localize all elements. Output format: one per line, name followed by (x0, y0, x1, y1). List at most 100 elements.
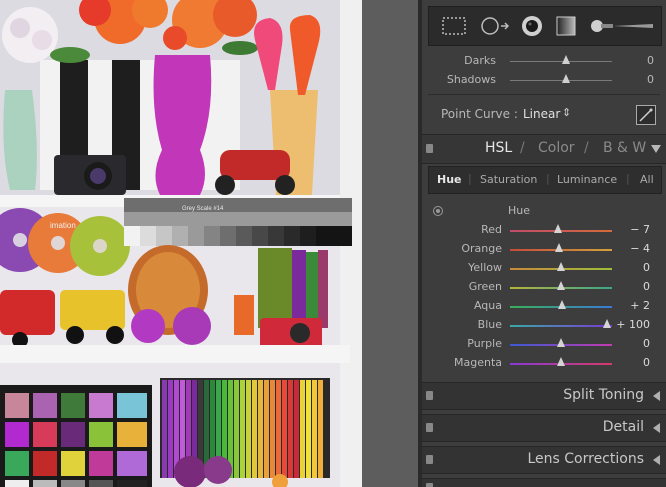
darks-track[interactable] (510, 61, 612, 62)
panel-switch-icon[interactable] (426, 455, 433, 464)
split-toning-panel-header[interactable]: Split Toning (422, 382, 666, 410)
adjustment-brush-tool[interactable] (587, 15, 655, 37)
detail-panel-header[interactable]: Detail (422, 414, 666, 442)
panel-switch-icon[interactable] (426, 391, 433, 400)
bw-tab[interactable]: B & W (603, 140, 646, 156)
hue-slider-label: Orange (461, 242, 502, 255)
luminance-subtab[interactable]: Luminance (557, 173, 617, 186)
saturation-subtab[interactable]: Saturation (480, 173, 537, 186)
hue-slider-label: Magenta (453, 356, 502, 369)
photo-image: imation Grey Scale #14 (0, 0, 362, 487)
curve-edit-button[interactable] (636, 105, 656, 125)
hue-slider-thumb[interactable] (557, 357, 565, 366)
hue-slider-track[interactable] (510, 325, 612, 327)
hue-section-header: Hue (422, 202, 666, 220)
separator (428, 94, 660, 95)
next-panel-header[interactable] (422, 478, 666, 487)
photo-canvas[interactable]: imation Grey Scale #14 (0, 0, 362, 487)
hue-slider-label: Red (481, 223, 502, 236)
develop-right-panel: Darks 0 Shadows 0 Point Curve : Linear ⇕… (422, 0, 666, 487)
hue-slider-value[interactable]: 0 (643, 337, 650, 350)
hue-slider-thumb[interactable] (557, 338, 565, 347)
collapse-triangle-icon[interactable] (651, 145, 661, 153)
all-subtab[interactable]: All (640, 173, 654, 186)
tool-strip (428, 6, 662, 46)
lens-corrections-panel-header[interactable]: Lens Corrections (422, 446, 666, 474)
adjustment-brush-icon (591, 20, 653, 32)
hue-slider-row: Magenta 0 (422, 354, 666, 373)
expand-triangle-icon[interactable] (653, 391, 660, 401)
curve-edit-icon (639, 108, 653, 122)
red-eye-icon (522, 16, 542, 36)
panel-switch-icon[interactable] (426, 483, 433, 487)
hue-slider-label: Blue (477, 318, 502, 331)
hue-slider-row: Purple 0 (422, 335, 666, 354)
hue-slider-thumb[interactable] (553, 224, 562, 233)
split-toning-title[interactable]: Split Toning (563, 387, 644, 403)
hue-slider-label: Yellow (468, 261, 502, 274)
panel-switch-icon[interactable] (426, 423, 433, 432)
point-curve-dropdown-arrows-icon[interactable]: ⇕ (562, 106, 571, 119)
graduated-filter-icon (556, 16, 576, 36)
hue-slider-value[interactable]: 0 (643, 261, 650, 274)
expand-triangle-icon[interactable] (653, 423, 660, 433)
hue-slider-label: Green (468, 280, 502, 293)
point-curve-row: Point Curve : Linear ⇕ (422, 104, 666, 126)
hue-slider-thumb[interactable] (554, 243, 563, 252)
hsl-tab[interactable]: HSL (485, 140, 512, 156)
hue-slider-value[interactable]: + 100 (616, 318, 650, 331)
hue-slider-thumb[interactable] (602, 319, 611, 328)
grey-scale-steps (124, 226, 352, 246)
subtab-divider: | (468, 172, 472, 185)
darks-value[interactable]: 0 (647, 54, 654, 67)
color-tab[interactable]: Color (538, 140, 575, 156)
panel-switch-icon[interactable] (426, 144, 433, 153)
hsl-panel-header[interactable]: HSL / Color / B & W (422, 134, 666, 164)
hue-slider-row: Orange − 4 (422, 240, 666, 259)
red-eye-tool[interactable] (519, 14, 545, 38)
hue-subtab[interactable]: Hue (437, 173, 462, 186)
point-curve-select[interactable]: Linear (523, 107, 560, 121)
darks-label: Darks (464, 54, 496, 67)
cd-brand-label: imation (50, 221, 76, 230)
hue-slider-thumb[interactable] (557, 262, 565, 271)
hue-slider-value[interactable]: + 2 (630, 299, 650, 312)
spot-removal-icon (481, 17, 510, 35)
graduated-filter-tool[interactable] (553, 14, 579, 38)
subtab-divider: | (546, 172, 550, 185)
shadows-slider-row: Shadows 0 (422, 71, 666, 89)
color-separator: / (584, 140, 589, 156)
hue-slider-row: Red − 7 (422, 221, 666, 240)
darks-thumb[interactable] (562, 55, 571, 64)
hsl-subtabs: Hue | Saturation | Luminance | All (428, 166, 662, 194)
hue-slider-thumb[interactable] (557, 281, 565, 290)
hue-slider-value[interactable]: − 4 (630, 242, 650, 255)
darks-slider-row: Darks 0 (422, 52, 666, 70)
shadows-label: Shadows (446, 73, 496, 86)
crop-grid-icon (442, 17, 466, 35)
hue-slider-row: Green 0 (422, 278, 666, 297)
expand-triangle-icon[interactable] (653, 455, 660, 465)
color-checker-patches (5, 393, 147, 487)
hue-slider-value[interactable]: 0 (643, 280, 650, 293)
hue-slider-label: Aqua (473, 299, 502, 312)
shadows-value[interactable]: 0 (647, 73, 654, 86)
subtab-divider: | (626, 172, 630, 185)
hsl-separator: / (520, 140, 525, 156)
target-adjustment-icon[interactable] (433, 206, 443, 216)
workspace-background (362, 0, 418, 487)
lens-corrections-title[interactable]: Lens Corrections (527, 451, 644, 467)
detail-title[interactable]: Detail (603, 419, 644, 435)
shadows-thumb[interactable] (562, 74, 571, 83)
grey-scale-label: Grey Scale #14 (182, 206, 224, 212)
hue-slider-label: Purple (467, 337, 502, 350)
hue-section-label: Hue (508, 204, 531, 217)
spot-removal-tool[interactable] (479, 15, 511, 37)
point-curve-label: Point Curve : (441, 107, 518, 121)
hue-slider-row: Aqua + 2 (422, 297, 666, 316)
hue-slider-thumb[interactable] (558, 300, 567, 309)
shadows-track[interactable] (510, 80, 612, 81)
hue-slider-value[interactable]: 0 (643, 356, 650, 369)
hue-slider-value[interactable]: − 7 (630, 223, 650, 236)
crop-overlay-tool[interactable] (441, 15, 467, 37)
